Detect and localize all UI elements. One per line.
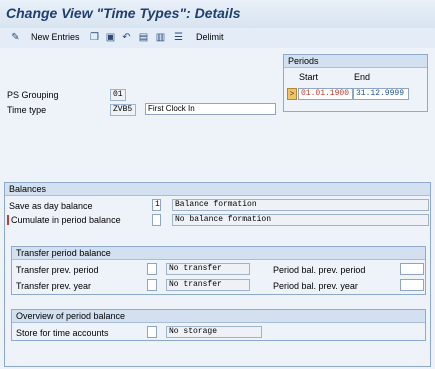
cumulate-period-text: No balance formation — [172, 214, 429, 226]
time-type-field[interactable]: ZVB5 — [110, 104, 136, 116]
detail-screen: Periods Start End > 01.01.1900 31.12.999… — [0, 48, 435, 369]
store-time-accounts-field[interactable] — [147, 326, 157, 338]
ps-grouping-field[interactable]: 01 — [110, 89, 126, 101]
end-date-field[interactable]: 31.12.9999 — [353, 88, 409, 100]
variable-list-icon[interactable]: ☰ — [173, 32, 184, 43]
period-bal-prev-year-label: Period bal. prev. year — [273, 281, 358, 291]
title-bar: Change View "Time Types": Details — [0, 0, 435, 28]
balances-group: Balances Save as day balance 1 Balance f… — [4, 182, 431, 367]
transfer-prev-year-label: Transfer prev. year — [16, 281, 92, 291]
transfer-prev-year-field[interactable] — [147, 279, 157, 291]
periods-group: Periods Start End > 01.01.1900 31.12.999… — [283, 54, 428, 112]
prev-entry-icon[interactable]: ▤ — [138, 32, 149, 43]
transfer-prev-period-field[interactable] — [147, 263, 157, 275]
glasses-pen-icon[interactable]: ✎ — [10, 32, 21, 43]
overview-group: Overview of period balance Store for tim… — [11, 309, 426, 341]
transfer-prev-year-text: No transfer — [166, 279, 250, 291]
window-title: Change View "Time Types": Details — [6, 5, 241, 21]
save-day-balance-field[interactable]: 1 — [152, 199, 161, 211]
delimit-button[interactable]: Delimit — [196, 32, 224, 42]
period-bal-prev-year-field[interactable] — [400, 279, 424, 291]
ps-grouping-label: PS Grouping — [7, 90, 59, 100]
overview-header: Overview of period balance — [12, 310, 425, 323]
copy-icon[interactable]: ❐ — [89, 32, 100, 43]
transfer-prev-period-label: Transfer prev. period — [16, 265, 99, 275]
store-time-accounts-text: No storage — [166, 326, 262, 338]
transfer-group: Transfer period balance Transfer prev. p… — [11, 246, 426, 295]
balances-header: Balances — [5, 183, 430, 196]
save-day-balance-label: Save as day balance — [9, 201, 93, 211]
store-time-accounts-label: Store for time accounts — [16, 328, 109, 338]
start-date-field[interactable]: 01.01.1900 — [298, 88, 353, 100]
delete-icon[interactable]: ▣ — [105, 32, 116, 43]
end-column-label: End — [354, 72, 371, 82]
start-column-label: Start — [299, 72, 319, 82]
undo-icon[interactable]: ↶ — [121, 32, 132, 43]
cumulate-period-field[interactable] — [152, 214, 161, 226]
next-entry-icon[interactable]: ▥ — [155, 32, 166, 43]
transfer-prev-period-text: No transfer — [166, 263, 250, 275]
new-entries-button[interactable]: New Entries — [31, 32, 80, 42]
time-type-label: Time type — [7, 105, 47, 115]
application-toolbar: ✎ New Entries ❐ ▣ ↶ ▤ ▥ ☰ Delimit — [0, 28, 435, 49]
time-type-text-field[interactable]: First Clock In — [145, 103, 276, 115]
row-selector[interactable]: > — [287, 88, 297, 100]
save-day-balance-text: Balance formation — [172, 199, 429, 211]
transfer-header: Transfer period balance — [12, 247, 425, 260]
periods-header: Periods — [284, 55, 427, 68]
cumulate-period-label: Cumulate in period balance — [7, 215, 121, 225]
period-bal-prev-period-label: Period bal. prev. period — [273, 265, 366, 275]
period-bal-prev-period-field[interactable] — [400, 263, 424, 275]
